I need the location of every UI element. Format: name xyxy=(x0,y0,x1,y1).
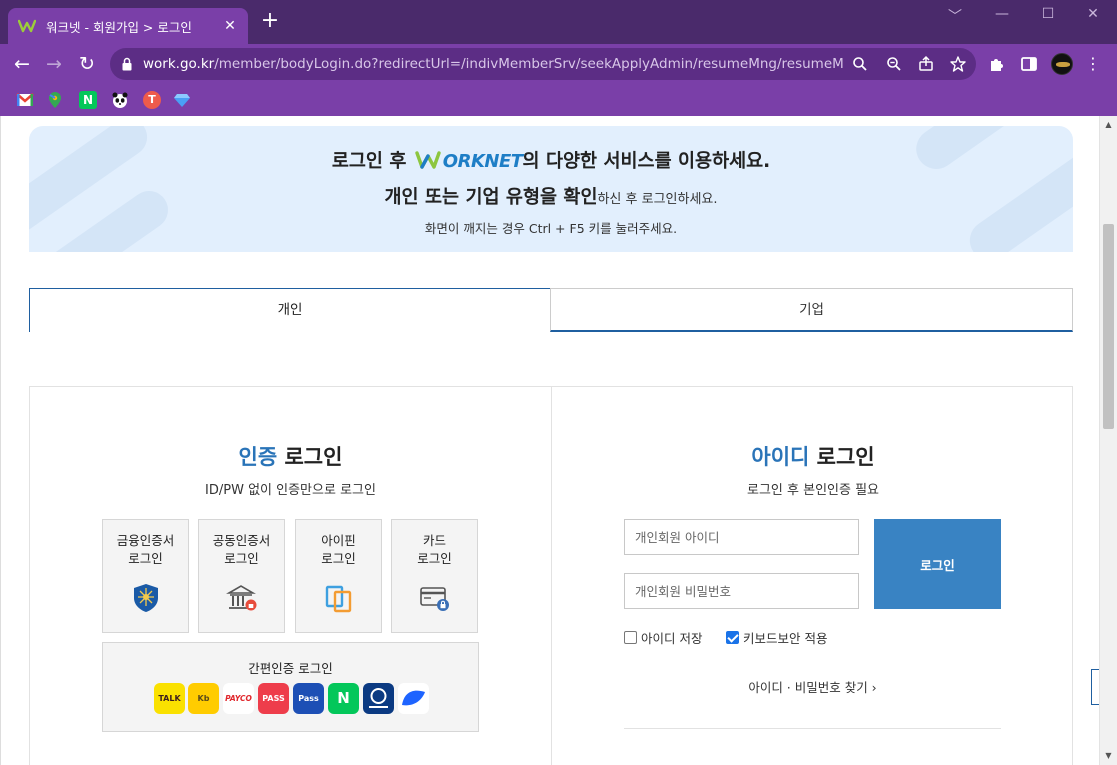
joint-cert-login-button[interactable]: 공동인증서 로그인 xyxy=(198,519,285,633)
forward-arrow-icon[interactable]: → xyxy=(42,52,66,76)
banner-hint: 화면이 깨지는 경우 Ctrl + F5 키를 눌러주세요. xyxy=(424,221,678,236)
id-login-title: 아이디 로그인 xyxy=(751,445,875,469)
keyboard-security-checkbox-box[interactable] xyxy=(726,631,739,644)
menu-kebab-icon[interactable]: ⋮ xyxy=(1085,54,1101,74)
cert-box-label: 카드 로그인 xyxy=(417,533,452,566)
shinhan-logo-icon xyxy=(369,688,388,708)
payco-icon[interactable]: PAYCO xyxy=(223,683,254,714)
financial-cert-icon xyxy=(134,584,158,612)
address-bar[interactable]: work.go.kr/member/bodyLogin.do?redirectU… xyxy=(110,48,976,80)
financial-cert-login-button[interactable]: 금융인증서 로그인 xyxy=(102,519,189,633)
shinhan-icon[interactable] xyxy=(363,683,394,714)
page-viewport: 로그인 후 ORKNET의 다양한 서비스를 이용하세요. 개인 또는 기업 유… xyxy=(0,116,1117,765)
worknet-logo-text: ORKNET xyxy=(442,151,523,172)
easy-auth-box: 간편인증 로그인 TALK Kb PAYCO PASS Pass N xyxy=(102,642,479,732)
new-tab-button[interactable]: + xyxy=(258,10,282,34)
tab-close-icon[interactable]: ✕ xyxy=(222,18,238,34)
save-id-checkbox-box[interactable] xyxy=(624,631,637,644)
find-id-password-link[interactable]: 아이디 · 비밀번호 찾기 › xyxy=(624,677,1001,696)
keyboard-security-label: 키보드보안 적용 xyxy=(743,631,828,646)
maximize-button[interactable]: ☐ xyxy=(1033,6,1063,22)
scroll-thumb[interactable] xyxy=(1103,224,1114,429)
worknet-logo-icon xyxy=(415,151,441,169)
side-panel-icon[interactable] xyxy=(1020,55,1038,73)
joint-cert-icon xyxy=(226,585,257,611)
search-icon[interactable] xyxy=(851,55,869,73)
banner-headline: 로그인 후 ORKNET의 다양한 서비스를 이용하세요. xyxy=(331,151,771,172)
browser-titlebar: 워크넷 - 회원가입 > 로그인 ✕ + ﹀ — ☐ ✕ xyxy=(0,0,1117,44)
login-panel: 인증 로그인 ID/PW 없이 인증만으로 로그인 금융인증서 로그인 공동인증… xyxy=(29,386,1073,765)
extensions-puzzle-icon[interactable] xyxy=(988,55,1006,73)
minimize-button[interactable]: — xyxy=(987,6,1017,22)
reload-icon[interactable]: ↻ xyxy=(75,52,99,76)
card-icon xyxy=(420,587,449,611)
profile-avatar[interactable] xyxy=(1051,53,1073,75)
cert-box-label: 공동인증서 로그인 xyxy=(212,533,271,566)
naver-icon[interactable]: N xyxy=(79,91,97,109)
pass-icon[interactable]: PASS xyxy=(258,683,289,714)
ipin-login-button[interactable]: 아이핀 로그인 xyxy=(295,519,382,633)
info-banner: 로그인 후 ORKNET의 다양한 서비스를 이용하세요. 개인 또는 기업 유… xyxy=(29,126,1073,252)
kakao-icon[interactable]: TALK xyxy=(154,683,185,714)
easy-auth-title: 간편인증 로그인 xyxy=(248,661,333,676)
naver-cert-icon[interactable]: N xyxy=(328,683,359,714)
kb-icon[interactable]: Kb xyxy=(188,683,219,714)
cert-box-label: 금융인증서 로그인 xyxy=(116,533,175,566)
page-scrollbar[interactable]: ▲ ▼ xyxy=(1099,116,1117,765)
ipin-icon xyxy=(325,585,352,613)
password-input[interactable] xyxy=(624,573,859,609)
keyboard-security-checkbox[interactable]: 키보드보안 적용 xyxy=(726,628,827,647)
save-id-label: 아이디 저장 xyxy=(641,631,703,646)
id-login-subtitle: 로그인 후 본인인증 필요 xyxy=(747,483,879,498)
scroll-up-arrow-icon[interactable]: ▲ xyxy=(1100,120,1117,130)
tab-title: 워크넷 - 회원가입 > 로그인 xyxy=(46,19,192,35)
section-divider xyxy=(624,728,1001,729)
cert-login-title: 인증 로그인 xyxy=(238,445,343,469)
cert-box-label: 아이핀 로그인 xyxy=(321,533,356,566)
worknet-favicon-icon xyxy=(18,19,36,33)
browser-tab[interactable]: 워크넷 - 회원가입 > 로그인 ✕ xyxy=(8,8,248,44)
maps-icon[interactable] xyxy=(46,91,64,109)
banner-instruction: 개인 또는 기업 유형을 확인하신 후 로그인하세요. xyxy=(384,187,718,208)
tab-search-icon[interactable]: ﹀ xyxy=(940,6,970,26)
scroll-down-arrow-icon[interactable]: ▼ xyxy=(1100,751,1117,761)
tmap-icon[interactable]: T xyxy=(143,91,161,109)
tab-company[interactable]: 기업 xyxy=(550,288,1073,332)
save-id-checkbox[interactable]: 아이디 저장 xyxy=(624,628,702,647)
lock-icon xyxy=(122,57,132,71)
zoom-out-icon[interactable] xyxy=(885,55,903,73)
tab-person[interactable]: 개인 xyxy=(29,288,551,332)
diamond-icon[interactable] xyxy=(173,91,191,109)
url-text: work.go.kr/member/bodyLogin.do?redirectU… xyxy=(143,56,843,72)
close-window-button[interactable]: ✕ xyxy=(1078,6,1108,22)
bookmarks-bar: N T xyxy=(0,84,1117,116)
samsung-pass-icon[interactable]: Pass xyxy=(293,683,324,714)
toss-logo-icon xyxy=(402,690,425,706)
toss-icon[interactable] xyxy=(398,683,429,714)
back-arrow-icon[interactable]: ← xyxy=(10,52,34,76)
login-button[interactable]: 로그인 xyxy=(874,519,1001,609)
share-icon[interactable] xyxy=(917,55,935,73)
gmail-icon[interactable] xyxy=(16,91,34,109)
browser-toolbar: ← → ↻ work.go.kr/member/bodyLogin.do?red… xyxy=(0,44,1117,84)
bookmark-star-icon[interactable] xyxy=(949,55,967,73)
user-id-input[interactable] xyxy=(624,519,859,555)
panda-icon[interactable] xyxy=(111,91,129,109)
cert-login-subtitle: ID/PW 없이 인증만으로 로그인 xyxy=(205,483,376,498)
card-login-button[interactable]: 카드 로그인 xyxy=(391,519,478,633)
